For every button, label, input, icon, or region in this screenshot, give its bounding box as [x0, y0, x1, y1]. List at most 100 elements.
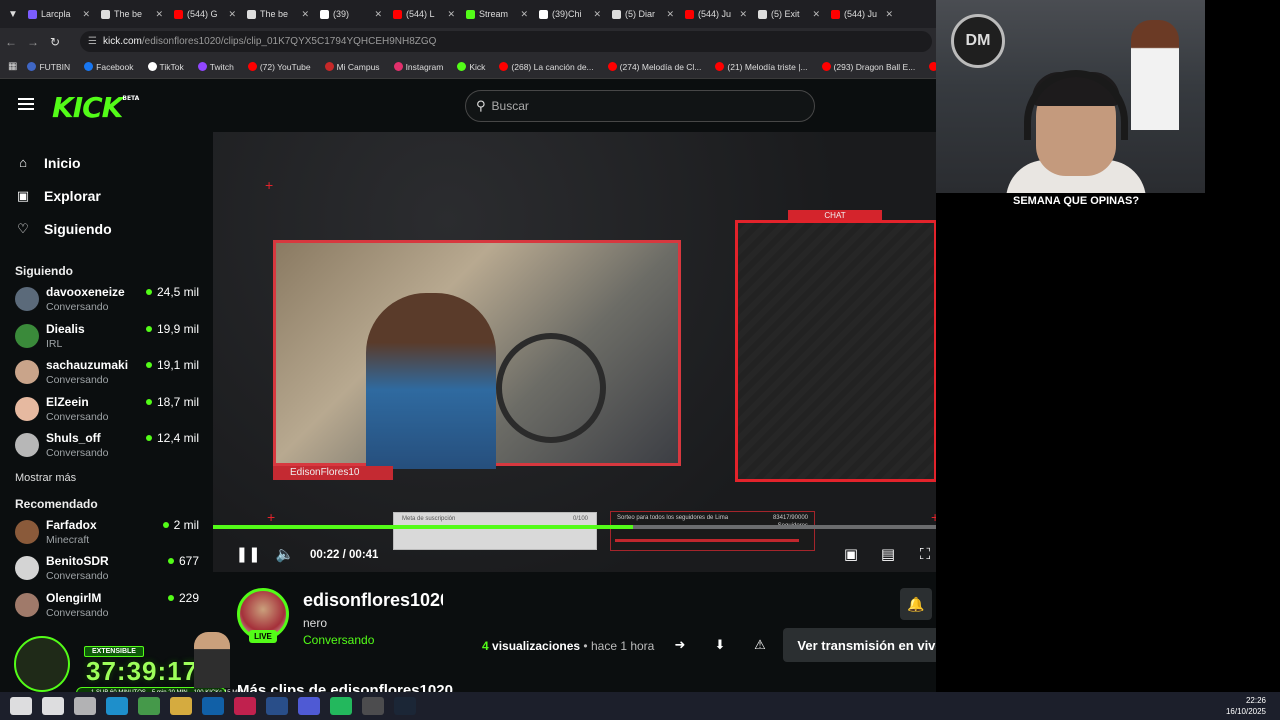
tab-close-icon[interactable]: ✕ — [666, 9, 674, 20]
kick-logo[interactable]: KICKBETA — [52, 91, 139, 124]
video-player[interactable]: + + + EdisonFlores10 CHAT Meta de suscri… — [213, 132, 996, 572]
show-more-link[interactable]: Mostrar más — [0, 464, 213, 492]
bookmark[interactable]: Twitch — [197, 62, 234, 72]
nav-following[interactable]: ♡ Siguiendo — [16, 212, 213, 245]
sidebar-channel[interactable]: Farfadox Minecraft 2 mil — [0, 514, 213, 551]
bookmark[interactable]: (268) La canción de... — [499, 62, 594, 72]
download-icon[interactable]: ⬇ — [709, 634, 731, 656]
seek-bar[interactable] — [213, 525, 996, 529]
word-icon[interactable] — [266, 697, 288, 715]
browser-tab[interactable]: The be ✕ — [243, 3, 313, 25]
bookmark[interactable]: TikTok — [147, 62, 184, 72]
browser-tab[interactable]: (544) Ju ✕ — [681, 3, 751, 25]
channel-avatar — [15, 287, 39, 312]
browser-tab[interactable]: (544) G ✕ — [170, 3, 240, 25]
bookmark[interactable]: (293) Dragon Ball E... — [821, 62, 915, 72]
whatsapp-icon[interactable] — [330, 697, 352, 715]
live-dot-icon — [162, 521, 169, 528]
tab-close-icon[interactable]: ✕ — [228, 9, 236, 20]
apps-grid-icon[interactable]: ▦ — [8, 61, 17, 72]
task-view-icon[interactable] — [74, 697, 96, 715]
tab-close-icon[interactable]: ✕ — [301, 9, 309, 20]
browser-tab[interactable]: (544) Ju ✕ — [827, 3, 897, 25]
photos-icon[interactable] — [234, 697, 256, 715]
browser-tab[interactable]: Larcpla ✕ — [24, 3, 94, 25]
nav-home[interactable]: ⌂ Inicio — [16, 146, 213, 179]
search-input[interactable]: ⚲ Buscar — [465, 90, 815, 122]
bookmark[interactable]: Kick — [457, 62, 485, 72]
nav-label: Siguiendo — [44, 220, 112, 237]
sidebar-channel[interactable]: Diealis IRL 19,9 mil — [0, 318, 213, 355]
menu-icon[interactable] — [18, 98, 34, 110]
files-icon[interactable] — [170, 697, 192, 715]
bookmark[interactable]: (274) Pl — [929, 62, 936, 72]
sidebar-channel[interactable]: BenitoSDR Conversando 677 — [0, 550, 213, 587]
theater-mode-icon[interactable]: ▤ — [877, 543, 899, 565]
bookmark[interactable]: FUTBIN — [27, 62, 70, 72]
overlay-cross: + — [267, 509, 276, 525]
sidebar-channel[interactable]: sachauzumaki Conversando 19,1 mil — [0, 354, 213, 391]
report-icon[interactable]: ⚠ — [749, 634, 771, 656]
pip-icon[interactable]: ▣ — [840, 543, 862, 565]
discord-icon[interactable] — [298, 697, 320, 715]
chat-frame — [735, 220, 937, 482]
tab-close-icon[interactable]: ✕ — [520, 9, 528, 20]
forward-icon[interactable]: → — [22, 35, 44, 49]
channel-name: OlengirlM — [46, 590, 102, 605]
browser-tab[interactable]: The be ✕ — [97, 3, 167, 25]
tab-close-icon[interactable]: ✕ — [447, 9, 455, 20]
tab-close-icon[interactable]: ✕ — [82, 9, 90, 20]
start-icon[interactable] — [10, 697, 32, 715]
sidebar-channel[interactable]: ElZeein Conversando 18,7 mil — [0, 391, 213, 428]
bookmark[interactable]: (72) YouTube — [247, 62, 311, 72]
bookmark[interactable]: (21) Melodía triste |... — [715, 62, 808, 72]
tab-label: (39)Chi — [552, 9, 582, 19]
tab-close-icon[interactable]: ✕ — [374, 9, 382, 20]
system-clock[interactable]: 22:26 16/10/2025 — [1226, 695, 1266, 717]
clock-date: 16/10/2025 — [1225, 707, 1266, 716]
browser-tab[interactable]: (39)Chi ✕ — [535, 3, 605, 25]
volume-icon[interactable]: 🔈 — [274, 543, 296, 565]
browser-tab[interactable]: Stream ✕ — [462, 3, 532, 25]
sidebar-channel[interactable]: Shuls_off Conversando 12,4 mil — [0, 427, 213, 464]
clip-category[interactable]: Conversando — [303, 633, 374, 647]
viewer-count-text: 2 mil — [173, 517, 199, 532]
main-nav: ⌂ Inicio ▣ Explorar ♡ Siguiendo — [0, 132, 213, 245]
bookmark[interactable]: (274) Melodía de Cl... — [607, 62, 701, 72]
viewer-count: 2 mil — [162, 517, 199, 532]
reload-icon[interactable]: ↻ — [44, 35, 66, 49]
tab-close-icon[interactable]: ✕ — [155, 9, 163, 20]
browser-tab[interactable]: (39) ✕ — [316, 3, 386, 25]
outlook-icon[interactable] — [202, 697, 224, 715]
tab-close-icon[interactable]: ✕ — [885, 9, 893, 20]
tab-close-icon[interactable]: ✕ — [593, 9, 601, 20]
sidebar-channel[interactable]: davooxeneize Conversando 24,5 mil — [0, 281, 213, 318]
bookmark[interactable]: Facebook — [84, 62, 134, 72]
chrome-icon[interactable] — [138, 697, 160, 715]
pause-icon[interactable]: ❚❚ — [235, 543, 260, 565]
url-field[interactable]: ☰ kick.com/edisonflores1020/clips/clip_0… — [80, 31, 932, 52]
fullscreen-icon[interactable]: ⛶ — [914, 543, 936, 565]
channel-name[interactable]: edisonflores1020 — [303, 590, 443, 611]
sidebar-channel[interactable]: OlengirlM Conversando 229 — [0, 587, 213, 624]
calculator-icon[interactable] — [362, 697, 384, 715]
steam-icon[interactable] — [394, 697, 416, 715]
browser-tab[interactable]: (544) L ✕ — [389, 3, 459, 25]
share-icon[interactable]: ➜ — [669, 634, 691, 656]
browser-tab[interactable]: (5) Diar ✕ — [608, 3, 678, 25]
edge-icon[interactable] — [106, 697, 128, 715]
tab-close-icon[interactable]: ✕ — [739, 9, 747, 20]
bookmark[interactable]: Instagram — [393, 62, 443, 72]
site-info-icon[interactable]: ☰ — [88, 36, 97, 47]
subathon-timer-widget: EXTENSIBLE 37:39:17 1 SUB 60 MINUTOS 5 m… — [14, 632, 243, 699]
nav-explore[interactable]: ▣ Explorar — [16, 179, 213, 212]
browser-tab[interactable]: (5) Exit ✕ — [754, 3, 824, 25]
subathon-timer: 37:39:17 — [86, 656, 199, 686]
tab-close-icon[interactable]: ✕ — [812, 9, 820, 20]
back-icon[interactable]: ← — [0, 35, 22, 49]
bookmark[interactable]: Mi Campus — [324, 62, 380, 72]
notification-bell-icon[interactable]: 🔔 — [900, 588, 932, 620]
search-icon[interactable] — [42, 697, 64, 715]
tab-search-icon[interactable]: ▼ — [4, 5, 22, 23]
channel-avatar — [15, 592, 39, 617]
